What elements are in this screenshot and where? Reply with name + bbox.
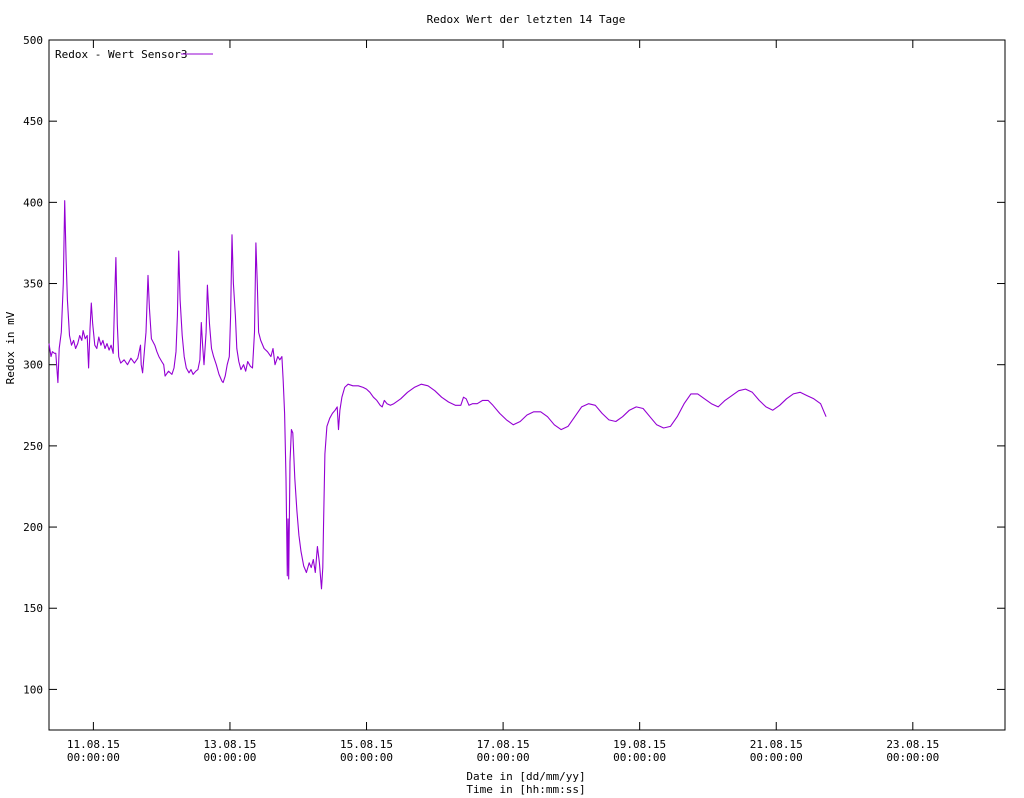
series-layer: [48, 200, 827, 590]
x-tick-label-time: 00:00:00: [886, 751, 939, 764]
legend-label: Redox - Wert Sensor3: [55, 48, 187, 61]
x-tick-label-time: 00:00:00: [203, 751, 256, 764]
redox-chart: Redox Wert der letzten 14 Tage 100 150 200…: [4, 13, 1006, 796]
y-tick-label: 200: [23, 521, 43, 534]
x-tick-label-date: 15.08.15: [340, 738, 393, 751]
x-tick-label-date: 21.08.15: [750, 738, 803, 751]
y-tick-label: 150: [23, 602, 43, 615]
y-tick-label: 350: [23, 278, 43, 291]
x-tick-label-date: 11.08.15: [67, 738, 120, 751]
x-axis-label-time: Time in [hh:mm:ss]: [466, 783, 585, 796]
x-tick-label-time: 00:00:00: [340, 751, 393, 764]
series-line: [48, 200, 827, 590]
y-axis: 100 150 200 250 300 350 400 450 500: [23, 34, 1005, 696]
y-tick-label: 250: [23, 440, 43, 453]
x-tick-label-date: 19.08.15: [613, 738, 666, 751]
x-tick-label-time: 00:00:00: [613, 751, 666, 764]
x-tick-label-time: 00:00:00: [750, 751, 803, 764]
y-tick-label: 300: [23, 359, 43, 372]
x-axis-label-date: Date in [dd/mm/yy]: [466, 770, 585, 783]
chart-title: Redox Wert der letzten 14 Tage: [427, 13, 626, 26]
y-axis-label: Redox in mV: [4, 311, 17, 384]
x-tick-label-date: 23.08.15: [886, 738, 939, 751]
x-tick-label-time: 00:00:00: [477, 751, 530, 764]
x-tick-label-date: 17.08.15: [477, 738, 530, 751]
y-tick-label: 100: [23, 683, 43, 696]
x-tick-label-time: 00:00:00: [67, 751, 120, 764]
x-tick-label-date: 13.08.15: [203, 738, 256, 751]
x-axis: 11.08.1500:00:0013.08.1500:00:0015.08.15…: [67, 40, 939, 764]
y-tick-label: 450: [23, 115, 43, 128]
y-tick-label: 500: [23, 34, 43, 47]
plot-frame: [48, 39, 1006, 731]
legend: Redox - Wert Sensor3: [55, 48, 213, 61]
y-tick-label: 400: [23, 196, 43, 209]
